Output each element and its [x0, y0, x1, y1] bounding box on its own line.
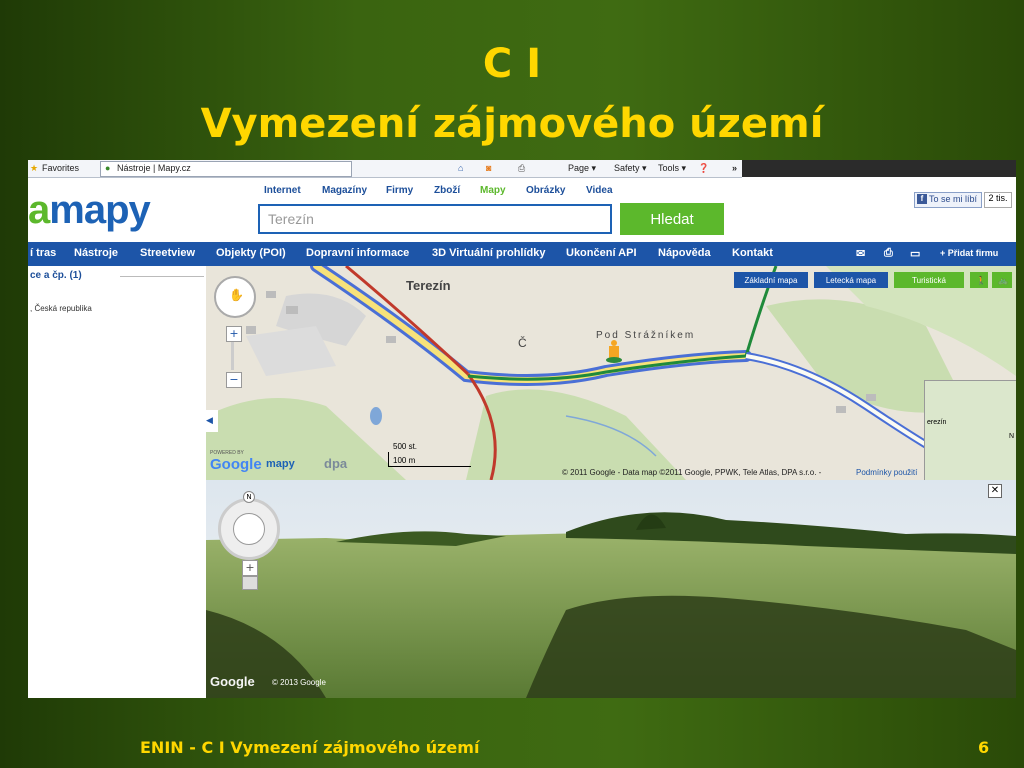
nav-item-dopravni[interactable]: Dopravní informace: [306, 247, 409, 259]
tab-title: Nástroje | Mapy.cz: [117, 163, 191, 173]
top-nav-internet[interactable]: Internet: [264, 185, 301, 196]
bicycle-icon[interactable]: 🚲: [992, 272, 1012, 288]
top-nav-videa[interactable]: Videa: [586, 185, 613, 196]
rss-icon[interactable]: ◙: [486, 163, 491, 173]
tools-menu[interactable]: Tools ▾: [658, 163, 686, 174]
map-copyright: © 2011 Google - Data map ©2011 Google, P…: [562, 468, 822, 477]
sidebar-collapse-icon[interactable]: ◀: [206, 410, 218, 432]
scale-top-label: 500 st.: [393, 442, 418, 451]
zoom-out-button[interactable]: −: [226, 372, 242, 388]
map-type-tourist[interactable]: Turistická: [894, 272, 964, 288]
slide-subtitle: Vymezení zájmového území: [200, 101, 824, 147]
map-label-terezin: Terezín: [406, 278, 451, 293]
top-nav-mapy[interactable]: Mapy: [480, 185, 506, 196]
zoom-slider[interactable]: [231, 342, 234, 370]
overview-label: erezín: [927, 419, 947, 426]
map-view[interactable]: ✋ + − ◀ Terezín Pod Strážníkem Č Základn…: [206, 266, 1016, 480]
map-type-basic[interactable]: Základní mapa: [734, 272, 808, 288]
safety-menu[interactable]: Safety ▾: [614, 163, 647, 174]
add-company-link[interactable]: + Přidat firmu: [940, 248, 998, 258]
scale-bottom-label: 100 m: [393, 456, 416, 465]
streetview-panel[interactable]: N + ✕ Google © 2013 Google: [206, 480, 1016, 698]
map-label-letter: Č: [518, 336, 527, 350]
hand-icon: ✋: [229, 288, 244, 302]
sv-zoom-out-button[interactable]: [242, 576, 258, 590]
slide-footer: ENIN - C I Vymezení zájmového území: [140, 738, 480, 757]
mail-icon[interactable]: ✉: [856, 247, 865, 260]
print-icon[interactable]: ⎙: [518, 163, 525, 174]
google-logo: Google: [210, 456, 262, 473]
browser-tab[interactable]: ● Nástroje | Mapy.cz: [100, 161, 352, 177]
page-menu[interactable]: Page ▾: [568, 163, 596, 174]
nav-item-streetview[interactable]: Streetview: [140, 247, 195, 259]
map-canvas[interactable]: [206, 266, 1016, 480]
map-scale: 500 st. 100 m: [388, 442, 471, 467]
streetview-nav-control[interactable]: N: [218, 491, 280, 560]
results-title[interactable]: ce a čp. (1): [30, 270, 82, 281]
site-logo[interactable]: amapy: [28, 188, 151, 233]
close-icon[interactable]: ✕: [988, 484, 1002, 498]
search-value: Terezín: [268, 211, 314, 227]
top-nav-magaziny[interactable]: Magazíny: [322, 185, 367, 196]
facebook-like-button[interactable]: f To se mi líbí: [914, 192, 982, 208]
nav-item-3d[interactable]: 3D Virtuální prohlídky: [432, 247, 546, 259]
more-chevron-icon[interactable]: »: [732, 163, 737, 173]
terms-link[interactable]: Podmínky použití: [856, 468, 917, 477]
overview-north: N: [1009, 433, 1015, 440]
sv-zoom-in-button[interactable]: +: [242, 560, 258, 576]
compass-icon[interactable]: [233, 513, 265, 545]
mapy-partner-logo: mapy: [266, 458, 295, 470]
results-sidebar: ce a čp. (1) , Česká republika: [28, 266, 207, 698]
streetview-image[interactable]: [206, 480, 1016, 698]
nav-item-nastroje[interactable]: Nástroje: [74, 247, 118, 259]
streetview-pegman-icon[interactable]: [606, 340, 622, 363]
map-type-aerial[interactable]: Letecká mapa: [814, 272, 888, 288]
search-input[interactable]: Terezín: [258, 204, 612, 234]
nav-item-objekty[interactable]: Objekty (POI): [216, 247, 286, 259]
dpa-partner-logo: dpa: [324, 456, 348, 471]
top-nav-firmy[interactable]: Firmy: [386, 185, 413, 196]
home-icon[interactable]: ⌂: [458, 163, 463, 173]
top-nav-obrazky[interactable]: Obrázky: [526, 185, 565, 196]
overview-map[interactable]: erezín N: [924, 380, 1016, 480]
link-icon[interactable]: ▭: [910, 247, 920, 260]
browser-toolbar: ★ Favorites ● Nástroje | Mapy.cz ⌂ ◙ ⎙ P…: [28, 160, 742, 178]
streetview-copyright: © 2013 Google: [272, 678, 326, 687]
site-favicon-icon: ●: [105, 163, 111, 173]
nav-item-api[interactable]: Ukončení API: [566, 247, 637, 259]
divider: [120, 276, 204, 277]
hiking-icon[interactable]: 🚶: [970, 272, 988, 288]
print-icon[interactable]: ⎙: [884, 247, 893, 260]
nav-item-napoveda[interactable]: Nápověda: [658, 247, 711, 259]
top-nav-zbozi[interactable]: Zboží: [434, 185, 460, 196]
like-count: 2 tis.: [984, 192, 1012, 208]
slide-title: C I: [482, 41, 542, 87]
compass-north: N: [243, 491, 255, 503]
help-icon[interactable]: ❓: [698, 163, 709, 174]
favorites-button[interactable]: Favorites: [42, 163, 79, 173]
facebook-icon: f: [917, 194, 927, 204]
site-header: amapy Internet Magazíny Firmy Zboží Mapy…: [28, 178, 1016, 240]
browser-chrome-dark: [742, 160, 1016, 177]
map-zoom-control[interactable]: + −: [226, 326, 242, 388]
main-nav: í tras Nástroje Streetview Objekty (POI)…: [28, 242, 1016, 266]
search-button[interactable]: Hledat: [620, 203, 724, 235]
zoom-in-button[interactable]: +: [226, 326, 242, 342]
favorites-star-icon[interactable]: ★: [30, 163, 38, 174]
nav-item-trasy[interactable]: í tras: [30, 247, 56, 259]
page-number: 6: [978, 738, 990, 757]
streetview-google-logo: Google: [210, 674, 255, 689]
map-pan-control[interactable]: ✋: [214, 276, 256, 318]
result-item[interactable]: , Česká republika: [30, 304, 92, 313]
nav-item-kontakt[interactable]: Kontakt: [732, 247, 773, 259]
browser-screenshot: ★ Favorites ● Nástroje | Mapy.cz ⌂ ◙ ⎙ P…: [28, 160, 1016, 698]
